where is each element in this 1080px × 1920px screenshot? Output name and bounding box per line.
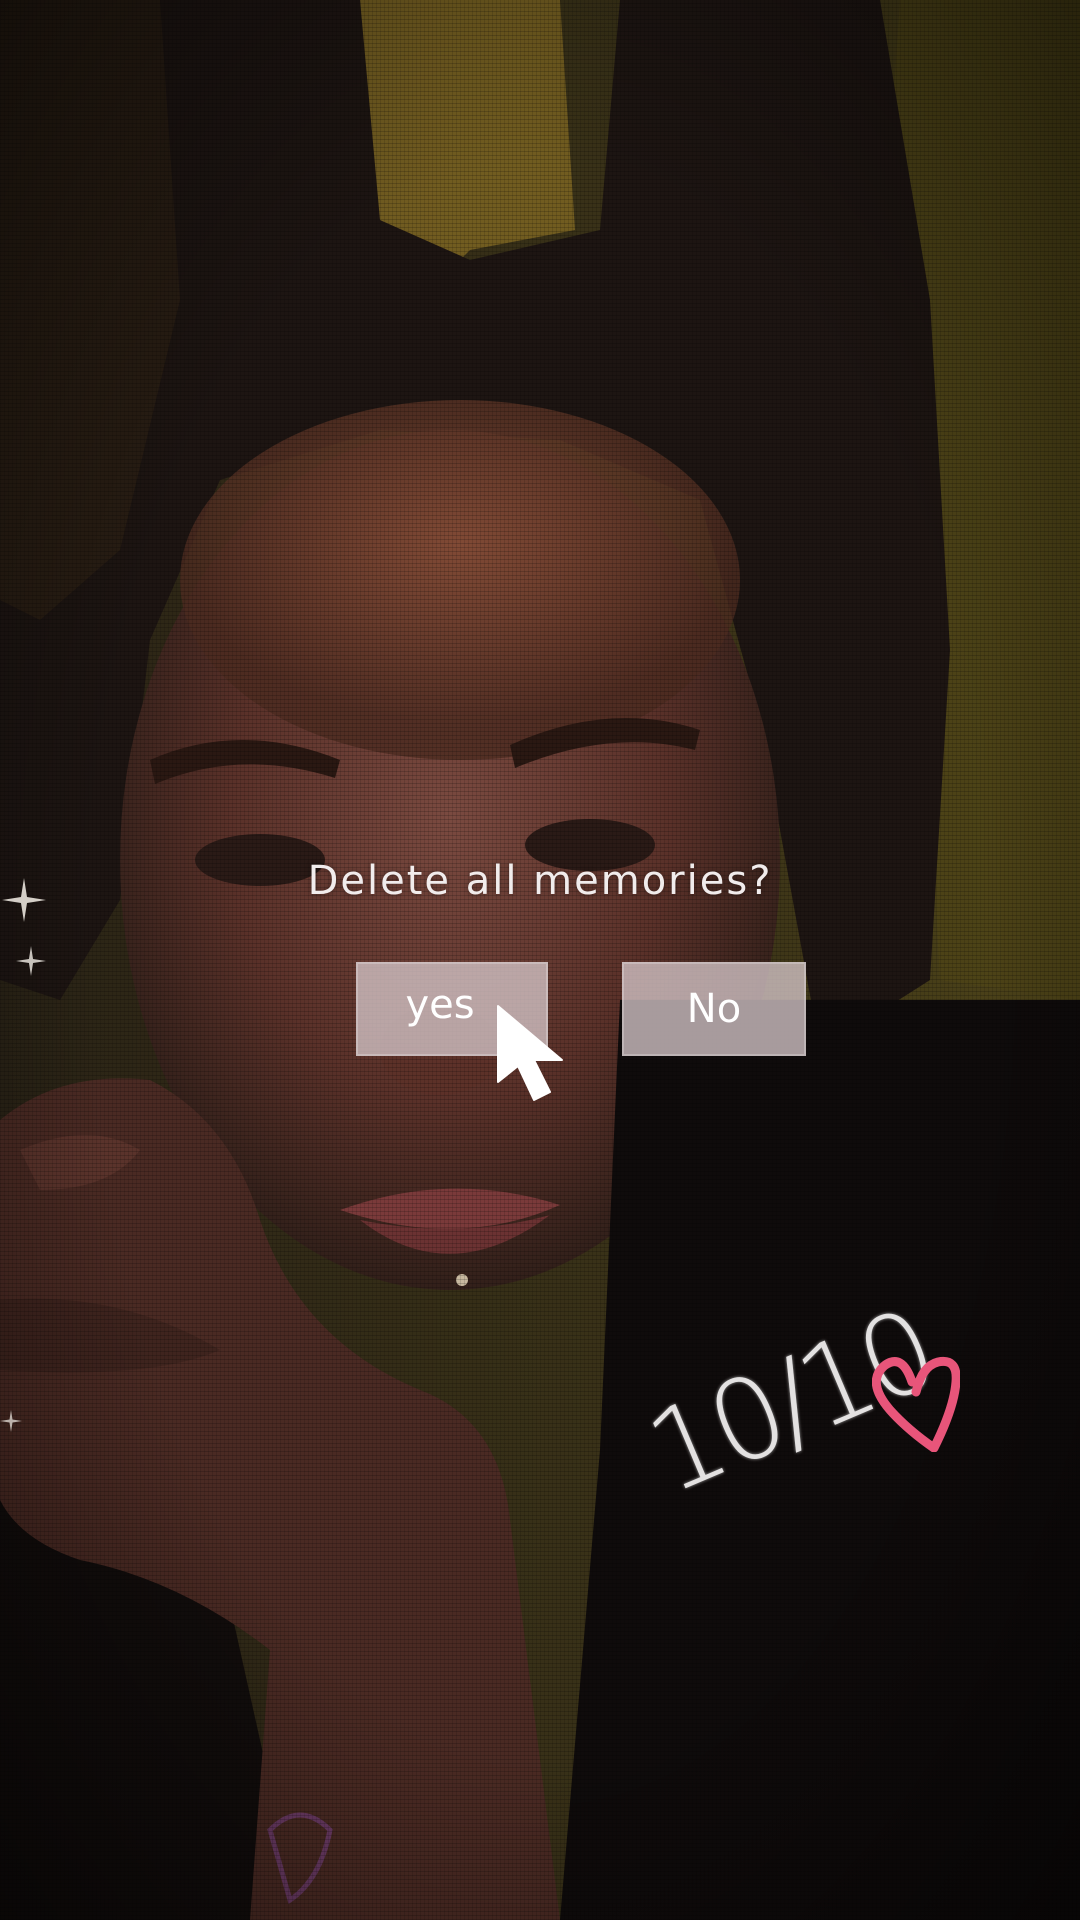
sparkle-icon <box>16 946 46 976</box>
background-photo <box>0 0 1080 1920</box>
heart-doodle-icon <box>872 1356 960 1452</box>
story-screen: Delete all memories? yes No 10/10 <box>0 0 1080 1920</box>
yes-button-label: yes <box>405 982 475 1028</box>
no-button[interactable]: No <box>622 962 806 1056</box>
dialog-question: Delete all memories? <box>307 858 773 904</box>
no-button-label: No <box>686 986 742 1032</box>
mouse-pointer-icon <box>497 1005 563 1101</box>
sparkle-icon <box>0 1410 22 1432</box>
